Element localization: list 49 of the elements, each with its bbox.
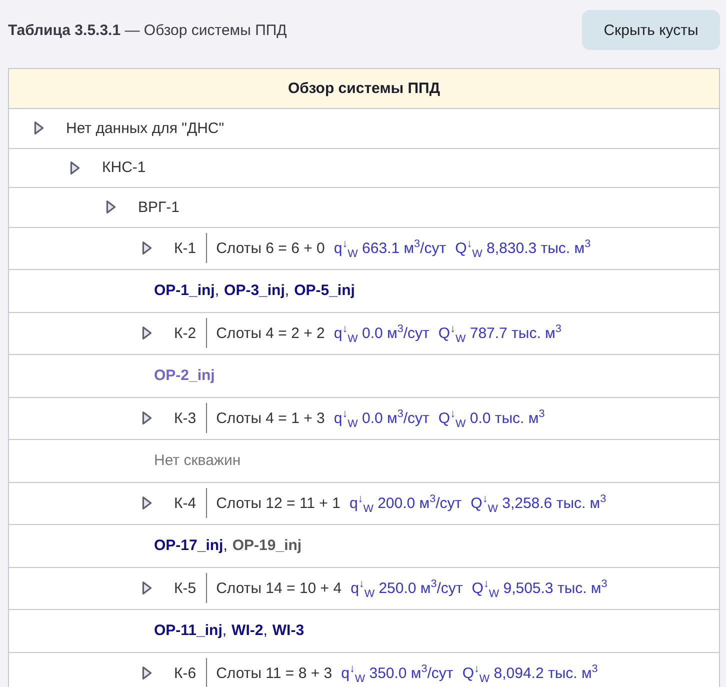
- injection-rate: q$^{↓}$$_{W}$ 0.0 м$^{3}$/сут: [334, 324, 430, 342]
- expand-caret-icon[interactable]: [106, 200, 116, 214]
- no-wells-note: Нет скважин: [154, 452, 241, 470]
- injection-rate: q$^{↓}$$_{W}$ 200.0 м$^{3}$/сут: [349, 494, 462, 512]
- cumulative-injection: Q$^{↓}$$_{W}$ 8,830.3 тыс. м$^{3}$: [455, 240, 591, 257]
- injection-rate: q$^{↓}$$_{W}$ 663.1 м$^{3}$/сут: [334, 240, 446, 257]
- well-link[interactable]: OP-17_inj,: [154, 537, 228, 554]
- expand-caret-icon[interactable]: [142, 581, 152, 596]
- cumulative-injection: Q$^{↓}$$_{W}$ 3,258.6 тыс. м$^{3}$: [470, 494, 606, 512]
- table-header: Обзор системы ППД: [9, 69, 719, 109]
- tree-node-label: Нет данных для "ДНС": [66, 120, 224, 137]
- expand-caret-icon[interactable]: [142, 411, 152, 426]
- injection-rate: q$^{↓}$$_{W}$ 0.0 м$^{3}$/сут: [334, 410, 430, 427]
- injection-rate: q$^{↓}$$_{W}$ 350.0 м$^{3}$/сут: [341, 664, 454, 682]
- expand-caret-icon[interactable]: [70, 160, 80, 175]
- expand-caret-icon[interactable]: [142, 241, 152, 256]
- slots-text: Слоты 11 = 8 + 3: [216, 664, 332, 682]
- expand-caret-icon[interactable]: [142, 666, 152, 680]
- table-caption: Таблица 3.5.3.1 — Обзор системы ППД: [8, 22, 287, 38]
- slots-text: Слоты 6 = 6 + 0: [216, 240, 325, 257]
- expand-caret-icon[interactable]: [142, 496, 152, 510]
- tree-node-label: ВРГ-1: [138, 198, 180, 216]
- injection-rate: q$^{↓}$$_{W}$ 250.0 м$^{3}$/сут: [350, 580, 463, 597]
- pad-name: К-4: [174, 494, 198, 512]
- slots-text: Слоты 4 = 2 + 2: [216, 324, 325, 342]
- expand-caret-icon[interactable]: [142, 326, 152, 340]
- well-link[interactable]: OP-5_inj: [294, 282, 355, 300]
- pad-name: К-2: [174, 324, 198, 342]
- pad-name: К-3: [174, 410, 198, 427]
- cumulative-injection: Q$^{↓}$$_{W}$ 0.0 тыс. м$^{3}$: [438, 410, 545, 427]
- pad-name: К-6: [174, 664, 198, 682]
- pad-name: К-5: [174, 580, 198, 597]
- well-link[interactable]: OP-3_inj,: [224, 282, 290, 300]
- pad-name: К-1: [174, 240, 198, 257]
- hide-pads-button[interactable]: Скрыть кусты: [582, 10, 720, 50]
- well-link[interactable]: OP-19_inj: [232, 537, 302, 554]
- well-link[interactable]: OP-2_inj: [154, 367, 215, 384]
- slots-text: Слоты 4 = 1 + 3: [216, 410, 325, 427]
- well-link[interactable]: OP-1_inj,: [154, 282, 220, 300]
- well-link[interactable]: WI-2,: [232, 622, 268, 640]
- slots-text: Слоты 12 = 11 + 1: [216, 494, 340, 512]
- expand-caret-icon[interactable]: [34, 121, 44, 136]
- cumulative-injection: Q$^{↓}$$_{W}$ 9,505.3 тыс. м$^{3}$: [472, 580, 608, 597]
- well-link[interactable]: OP-11_inj,: [154, 622, 227, 640]
- well-link[interactable]: WI-3: [272, 622, 304, 640]
- cumulative-injection: Q$^{↓}$$_{W}$ 787.7 тыс. м$^{3}$: [438, 324, 562, 342]
- tree-node-label: КНС-1: [102, 159, 146, 176]
- cumulative-injection: Q$^{↓}$$_{W}$ 8,094.2 тыс. м$^{3}$: [462, 664, 598, 682]
- slots-text: Слоты 14 = 10 + 4: [216, 580, 342, 597]
